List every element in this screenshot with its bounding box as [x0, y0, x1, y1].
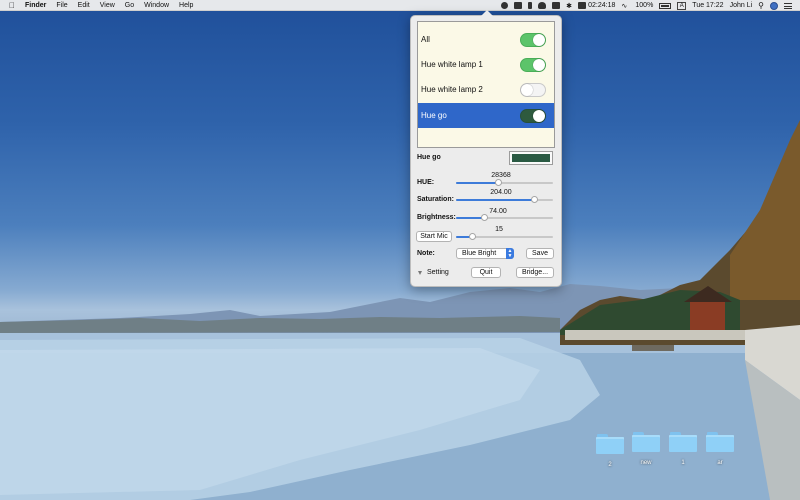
battery-percent[interactable]: 100%: [635, 2, 653, 9]
siri-icon[interactable]: [770, 1, 778, 10]
note-label: Note:: [417, 250, 435, 257]
lamp-toggle-all[interactable]: [520, 33, 546, 47]
setting-disclosure[interactable]: Setting: [418, 269, 449, 276]
desktop-wallpaper: [0, 0, 800, 500]
spotlight-search-icon[interactable]: ⚲: [758, 1, 764, 10]
lamp-label: Hue white lamp 2: [421, 85, 483, 94]
hue-control-popover: All Hue white lamp 1 Hue white lamp 2 Hu…: [410, 10, 562, 287]
save-button[interactable]: Save: [526, 248, 554, 259]
lamp-row-white-lamp-1[interactable]: Hue white lamp 1: [418, 52, 554, 77]
lamp-label: Hue go: [421, 111, 447, 120]
hue-slider[interactable]: [456, 179, 553, 186]
color-swatch: [512, 154, 550, 162]
brightness-slider[interactable]: [456, 214, 553, 221]
disclosure-triangle-icon: [418, 270, 422, 275]
user-name[interactable]: John Li: [730, 2, 753, 9]
menu-bar:  Finder File Edit View Go Window Help ✱…: [0, 0, 800, 11]
desktop-folder-2[interactable]: 2: [595, 434, 625, 468]
brightness-slider-thumb[interactable]: [481, 214, 489, 221]
menu-file[interactable]: File: [56, 2, 67, 9]
screen-icon: [578, 2, 587, 9]
folder-icon: [596, 434, 624, 454]
note-select-value: Blue Bright: [462, 250, 497, 257]
hue-value: 28368: [491, 172, 511, 179]
clock[interactable]: Tue 17:22: [692, 2, 723, 9]
saturation-slider-thumb[interactable]: [530, 196, 538, 203]
desktop-folder-1[interactable]: 1: [668, 432, 698, 466]
folder-icon: [669, 432, 697, 452]
menu-help[interactable]: Help: [179, 2, 193, 9]
wifi-icon[interactable]: ∿: [621, 2, 629, 10]
lamp-row-all[interactable]: All: [418, 27, 554, 52]
wechat-icon[interactable]: [514, 2, 523, 9]
hue-slider-thumb[interactable]: [494, 179, 502, 186]
menu-window[interactable]: Window: [144, 2, 169, 9]
popover-arrow: [481, 10, 493, 16]
menu-app-finder[interactable]: Finder: [25, 2, 46, 9]
input-source-indicator[interactable]: A: [677, 1, 687, 10]
folder-label: new: [640, 460, 652, 466]
lamp-row-white-lamp-2[interactable]: Hue white lamp 2: [418, 77, 554, 102]
menu-view[interactable]: View: [100, 2, 115, 9]
timer-text: 02:24:18: [588, 2, 616, 9]
battery-icon[interactable]: [659, 2, 672, 9]
lamp-row-hue-go[interactable]: Hue go: [418, 103, 554, 128]
saturation-label: Saturation:: [417, 196, 454, 203]
saturation-value: 204.00: [490, 189, 512, 196]
mic-slider-thumb[interactable]: [469, 233, 477, 240]
desktop-folder-new[interactable]: new: [631, 432, 661, 466]
folder-label: ar: [717, 460, 723, 466]
brightness-label: Brightness:: [417, 214, 456, 221]
quit-button[interactable]: Quit: [471, 267, 501, 278]
bridge-button[interactable]: Bridge...: [516, 267, 554, 278]
folder-icon: [632, 432, 660, 452]
lamp-label: All: [421, 35, 430, 44]
qq-icon[interactable]: [538, 2, 547, 9]
folder-label: 1: [681, 460, 685, 466]
car-icon[interactable]: [552, 2, 561, 9]
note-select[interactable]: Blue Bright ▲ ▼: [456, 248, 514, 259]
selected-lamp-name: Hue go: [417, 154, 441, 161]
hue-label: HUE:: [417, 179, 435, 186]
setting-label: Setting: [427, 269, 449, 276]
folder-label: 2: [608, 462, 612, 468]
lamp-list[interactable]: All Hue white lamp 1 Hue white lamp 2 Hu…: [417, 21, 555, 148]
menu-edit[interactable]: Edit: [78, 2, 90, 9]
saturation-slider[interactable]: [456, 196, 553, 203]
hue-lamp-status-icon[interactable]: [501, 2, 509, 9]
mic-slider[interactable]: [456, 233, 553, 240]
lamp-toggle-white-lamp-1[interactable]: [520, 58, 546, 72]
folder-icon: [706, 432, 734, 452]
color-well[interactable]: [509, 151, 553, 165]
start-mic-button[interactable]: Start Mic: [416, 231, 452, 242]
wallpaper-ice: [0, 338, 600, 500]
mic-value: 15: [495, 226, 503, 233]
select-chevrons-icon: ▲ ▼: [506, 247, 514, 259]
pen-icon[interactable]: [528, 2, 533, 9]
apple-menu-icon[interactable]: : [9, 1, 15, 10]
notification-center-icon[interactable]: [784, 2, 792, 9]
bluetooth-icon[interactable]: ✱: [566, 2, 572, 10]
lamp-label: Hue white lamp 1: [421, 60, 483, 69]
menu-go[interactable]: Go: [125, 2, 134, 9]
lamp-toggle-white-lamp-2[interactable]: [520, 83, 546, 97]
lamp-toggle-hue-go[interactable]: [520, 109, 546, 123]
timer-status[interactable]: 02:24:18: [578, 2, 615, 9]
desktop-folder-ar[interactable]: ar: [705, 432, 735, 466]
